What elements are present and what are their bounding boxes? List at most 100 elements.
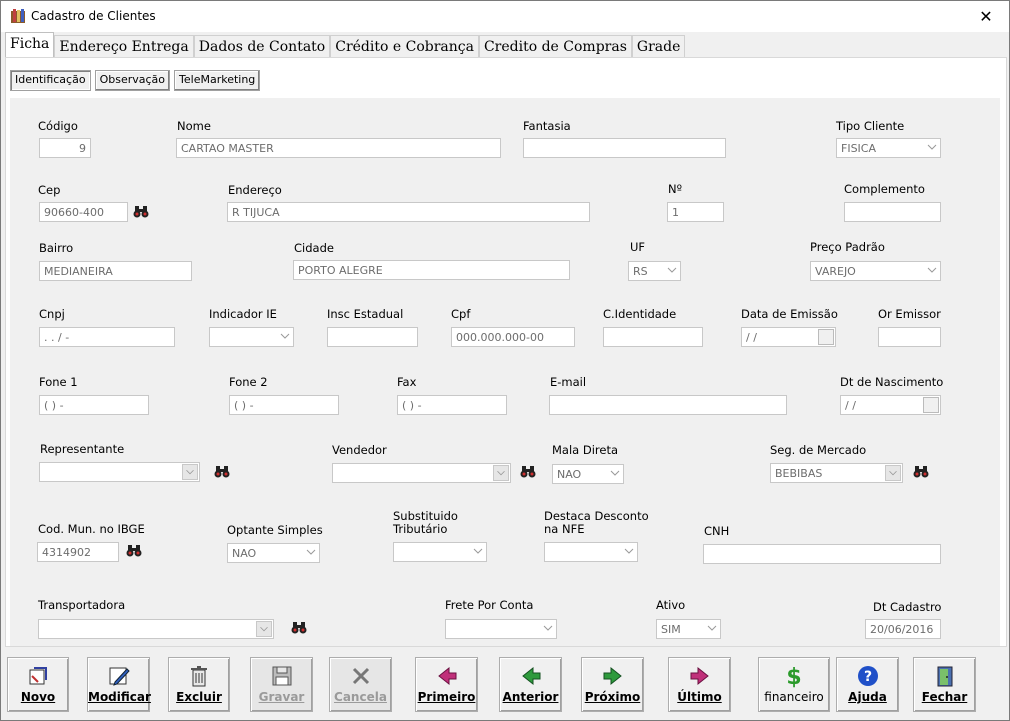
binoculars-icon[interactable] [214, 465, 230, 479]
new-record-icon [29, 667, 47, 685]
tab-dados-contato[interactable]: Dados de Contato [193, 35, 331, 58]
binoculars-icon[interactable] [913, 465, 929, 479]
chevron-down-icon [493, 465, 509, 481]
novo-label: Novo [20, 690, 56, 704]
dt-cadastro-field[interactable]: 20/06/2016 [865, 619, 941, 639]
ultimo-label: Último [677, 690, 722, 704]
seg-mercado-select[interactable]: BEBIBAS [770, 463, 903, 483]
substituido-label-line2: Tributário [393, 522, 448, 536]
dt-cadastro-label: Dt Cadastro [873, 600, 942, 614]
ultimo-button[interactable]: Último [668, 657, 731, 712]
ajuda-label: Ajuda [848, 690, 887, 704]
gravar-button[interactable]: Gravar [250, 657, 313, 712]
representante-label: Representante [40, 442, 125, 456]
numero-field[interactable]: 1 [667, 202, 724, 222]
fone2-label: Fone 2 [229, 375, 268, 389]
fone2-field[interactable]: ( ) - [229, 395, 339, 415]
financeiro-button[interactable]: $ financeiro [758, 657, 830, 712]
modificar-button[interactable]: Modificar [87, 657, 151, 712]
calendar-icon[interactable] [818, 329, 834, 345]
optante-simples-value: NAO [232, 547, 257, 560]
cep-field[interactable]: 90660-400 [39, 202, 128, 222]
data-emissao-field[interactable]: / / [741, 327, 836, 347]
preco-padrao-select[interactable]: VAREJO [810, 261, 941, 281]
fechar-button[interactable]: Fechar [913, 657, 976, 712]
complemento-label: Complemento [844, 182, 925, 196]
financeiro-label: financeiro [764, 690, 824, 704]
data-emissao-value: / / [746, 331, 757, 344]
uf-select[interactable]: RS [628, 261, 681, 281]
indicador-ie-label: Indicador IE [209, 307, 277, 321]
dt-nascimento-field[interactable]: / / [840, 395, 941, 415]
or-emissor-label: Or Emissor [878, 307, 941, 321]
cnpj-field[interactable]: . . / - [39, 327, 175, 347]
complemento-field[interactable] [844, 202, 941, 222]
novo-button[interactable]: Novo [7, 657, 69, 712]
frete-por-conta-select[interactable] [445, 619, 557, 639]
tipo-cliente-label: Tipo Cliente [836, 119, 905, 133]
binoculars-icon[interactable] [520, 465, 536, 479]
binoculars-icon[interactable] [133, 205, 149, 219]
c-identidade-field[interactable] [603, 327, 703, 347]
last-arrow-icon [690, 666, 709, 686]
nome-field[interactable]: CARTAO MASTER [176, 138, 501, 158]
transportadora-select[interactable] [38, 619, 274, 639]
calendar-icon[interactable] [923, 397, 939, 413]
binoculars-icon[interactable] [126, 544, 142, 558]
tipo-cliente-select[interactable]: FISICA [836, 138, 941, 158]
primeiro-button[interactable]: Primeiro [415, 657, 478, 712]
endereco-field[interactable]: R TIJUCA [227, 202, 590, 222]
tipo-cliente-value: FISICA [841, 142, 877, 155]
codigo-field[interactable]: 9 [39, 138, 91, 158]
floppy-disk-icon [272, 666, 291, 686]
tab-ficha[interactable]: Ficha [5, 32, 55, 58]
subtab-observacao[interactable]: Observação [94, 70, 171, 91]
substituido-tributario-select[interactable] [393, 542, 487, 562]
bairro-field[interactable]: MEDIANEIRA [39, 261, 192, 281]
subtab-identificacao[interactable]: Identificação [10, 70, 91, 91]
fechar-label: Fechar [921, 690, 968, 704]
cpf-field[interactable]: 000.000.000-00 [451, 327, 575, 347]
mala-direta-select[interactable]: NAO [552, 464, 624, 484]
optante-simples-select[interactable]: NAO [227, 543, 320, 563]
optante-simples-label: Optante Simples [227, 523, 323, 537]
seg-mercado-label: Seg. de Mercado [770, 443, 867, 457]
close-icon[interactable]: ✕ [963, 1, 1009, 32]
sub-tabs: Identificação Observação TeleMarketing [10, 70, 261, 91]
representante-select[interactable] [39, 462, 200, 482]
modificar-label: Modificar [88, 690, 151, 704]
tab-endereco-entrega[interactable]: Endereço Entrega [54, 35, 194, 58]
endereco-label: Endereço [228, 183, 282, 197]
insc-estadual-field[interactable] [327, 327, 418, 347]
indicador-ie-select[interactable] [209, 327, 294, 347]
subtab-telemarketing[interactable]: TeleMarketing [174, 70, 261, 91]
cancela-button[interactable]: Cancela [329, 657, 392, 712]
binoculars-icon[interactable] [291, 621, 307, 635]
fantasia-field[interactable] [523, 138, 726, 158]
anterior-button[interactable]: Anterior [499, 657, 562, 712]
or-emissor-field[interactable] [878, 327, 941, 347]
vendedor-select[interactable] [332, 463, 511, 483]
books-icon [11, 9, 25, 23]
tab-credito-cobranca[interactable]: Crédito e Cobrança [330, 35, 479, 58]
proximo-button[interactable]: Próximo [581, 657, 644, 712]
cod-mun-ibge-field[interactable]: 4314902 [37, 542, 119, 562]
chevron-down-icon [624, 548, 634, 554]
preco-padrao-value: VAREJO [815, 265, 856, 278]
destaca-desconto-select[interactable] [544, 542, 638, 562]
email-label: E-mail [550, 375, 587, 389]
fone1-field[interactable]: ( ) - [39, 395, 149, 415]
seg-mercado-value: BEBIBAS [775, 467, 823, 480]
tab-credito-compras[interactable]: Credito de Compras [478, 35, 632, 58]
cidade-field[interactable]: PORTO ALEGRE [293, 260, 570, 280]
excluir-button[interactable]: Excluir [168, 657, 230, 712]
substituido-label-line1: Substituido [393, 509, 458, 523]
tab-grade[interactable]: Grade [631, 35, 686, 58]
cnh-field[interactable] [703, 544, 941, 564]
email-field[interactable] [549, 395, 787, 415]
ajuda-button[interactable]: ? Ajuda [836, 657, 899, 712]
fantasia-label: Fantasia [523, 119, 571, 133]
window-title: Cadastro de Clientes [31, 9, 156, 23]
ativo-select[interactable]: SIM [656, 619, 721, 639]
fax-field[interactable]: ( ) - [397, 395, 507, 415]
